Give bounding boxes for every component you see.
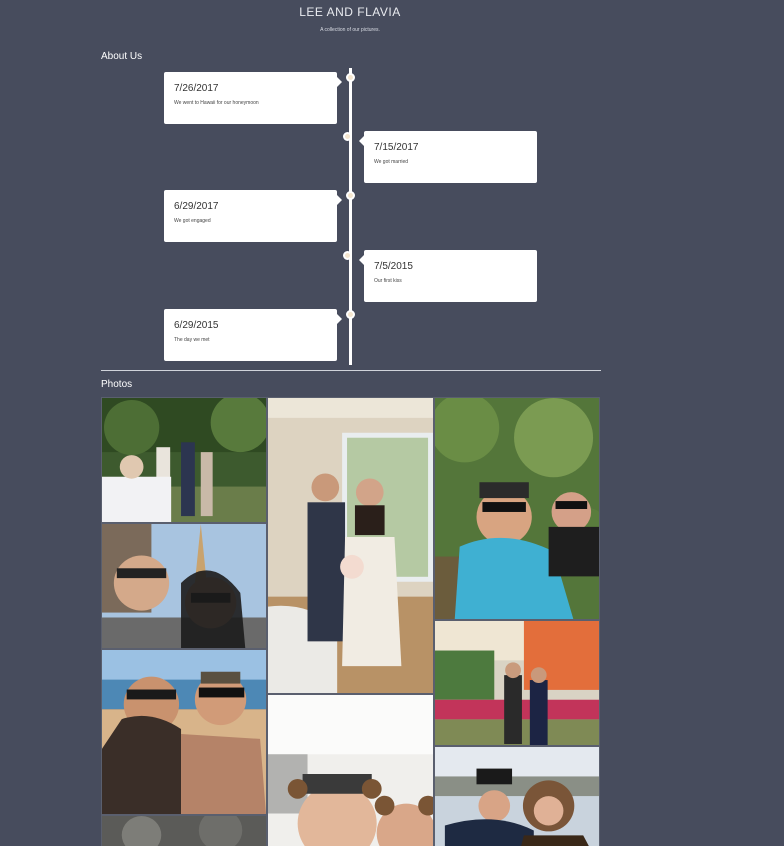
event-description: We got engaged bbox=[174, 218, 211, 224]
timeline-dot bbox=[343, 132, 352, 141]
event-date: 7/26/2017 bbox=[174, 83, 219, 94]
site-title: LEE AND FLAVIA bbox=[299, 5, 401, 19]
photo-dog-filter-selfie[interactable] bbox=[267, 694, 434, 846]
photo-beach-selfie[interactable] bbox=[101, 649, 267, 815]
photo-wedding-ceremony[interactable] bbox=[101, 397, 267, 523]
event-description: The day we met bbox=[174, 337, 210, 343]
photo-hiking[interactable] bbox=[101, 815, 267, 846]
timeline-event: 7/15/2017 We got married bbox=[359, 131, 537, 183]
timeline-dot bbox=[346, 310, 355, 319]
section-divider bbox=[101, 370, 601, 371]
photos-heading: Photos bbox=[101, 379, 133, 390]
timeline-event: 7/5/2015 Our first kiss bbox=[359, 250, 537, 302]
photo-vegas-selfie[interactable] bbox=[101, 523, 267, 649]
event-date: 7/5/2015 bbox=[374, 261, 413, 272]
event-date: 7/15/2017 bbox=[374, 142, 419, 153]
timeline-event: 6/29/2017 We got engaged bbox=[164, 190, 342, 242]
photo-bellagio-flowers[interactable] bbox=[434, 620, 600, 746]
site-subtitle: A collection of our pictures. bbox=[320, 27, 380, 33]
event-date: 6/29/2015 bbox=[174, 320, 219, 331]
timeline-line bbox=[349, 68, 352, 365]
event-description: We got married bbox=[374, 159, 409, 165]
event-description: Our first kiss bbox=[374, 278, 402, 284]
about-us-heading: About Us bbox=[101, 51, 143, 62]
event-description: We went to Hawaii for our honeymoon bbox=[174, 100, 259, 106]
photo-winter-selfie[interactable] bbox=[434, 746, 600, 846]
timeline-dot bbox=[346, 73, 355, 82]
timeline-dot bbox=[343, 251, 352, 260]
photo-garden-selfie[interactable] bbox=[434, 397, 600, 620]
photo-wedding-portrait[interactable] bbox=[267, 397, 434, 694]
timeline-event: 7/26/2017 We went to Hawaii for our hone… bbox=[164, 72, 342, 124]
timeline-dot bbox=[346, 191, 355, 200]
event-date: 6/29/2017 bbox=[174, 201, 219, 212]
timeline-event: 6/29/2015 The day we met bbox=[164, 309, 342, 361]
